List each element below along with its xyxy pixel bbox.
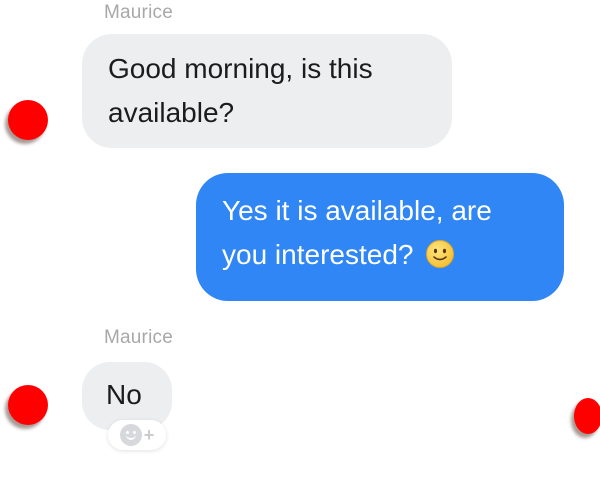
slightly-smiling-face-emoji — [426, 240, 455, 268]
add-reaction-button[interactable]: + — [108, 420, 166, 450]
seen-avatar — [574, 398, 600, 434]
chat-thread: Maurice Good morning, is this available?… — [0, 0, 600, 487]
message-text-line: you interested? — [222, 239, 414, 270]
sender-name: Maurice — [104, 327, 173, 348]
message-text-line: No — [106, 379, 142, 410]
outgoing-message-bubble[interactable]: Yes it is available, are you interested? — [196, 173, 564, 301]
add-reaction-icon — [119, 424, 142, 446]
sender-avatar[interactable] — [8, 100, 48, 140]
message-text-line: available? — [108, 97, 235, 128]
sender-name: Maurice — [104, 2, 173, 23]
message-text-line: Yes it is available, are — [222, 195, 492, 226]
message-text-line: Good morning, is this — [108, 53, 373, 84]
plus-icon: + — [143, 425, 155, 445]
incoming-message-bubble[interactable]: Good morning, is this available? — [82, 34, 452, 148]
message-text-line-with-emoji: you interested? — [222, 233, 538, 277]
sender-avatar[interactable] — [8, 385, 48, 425]
